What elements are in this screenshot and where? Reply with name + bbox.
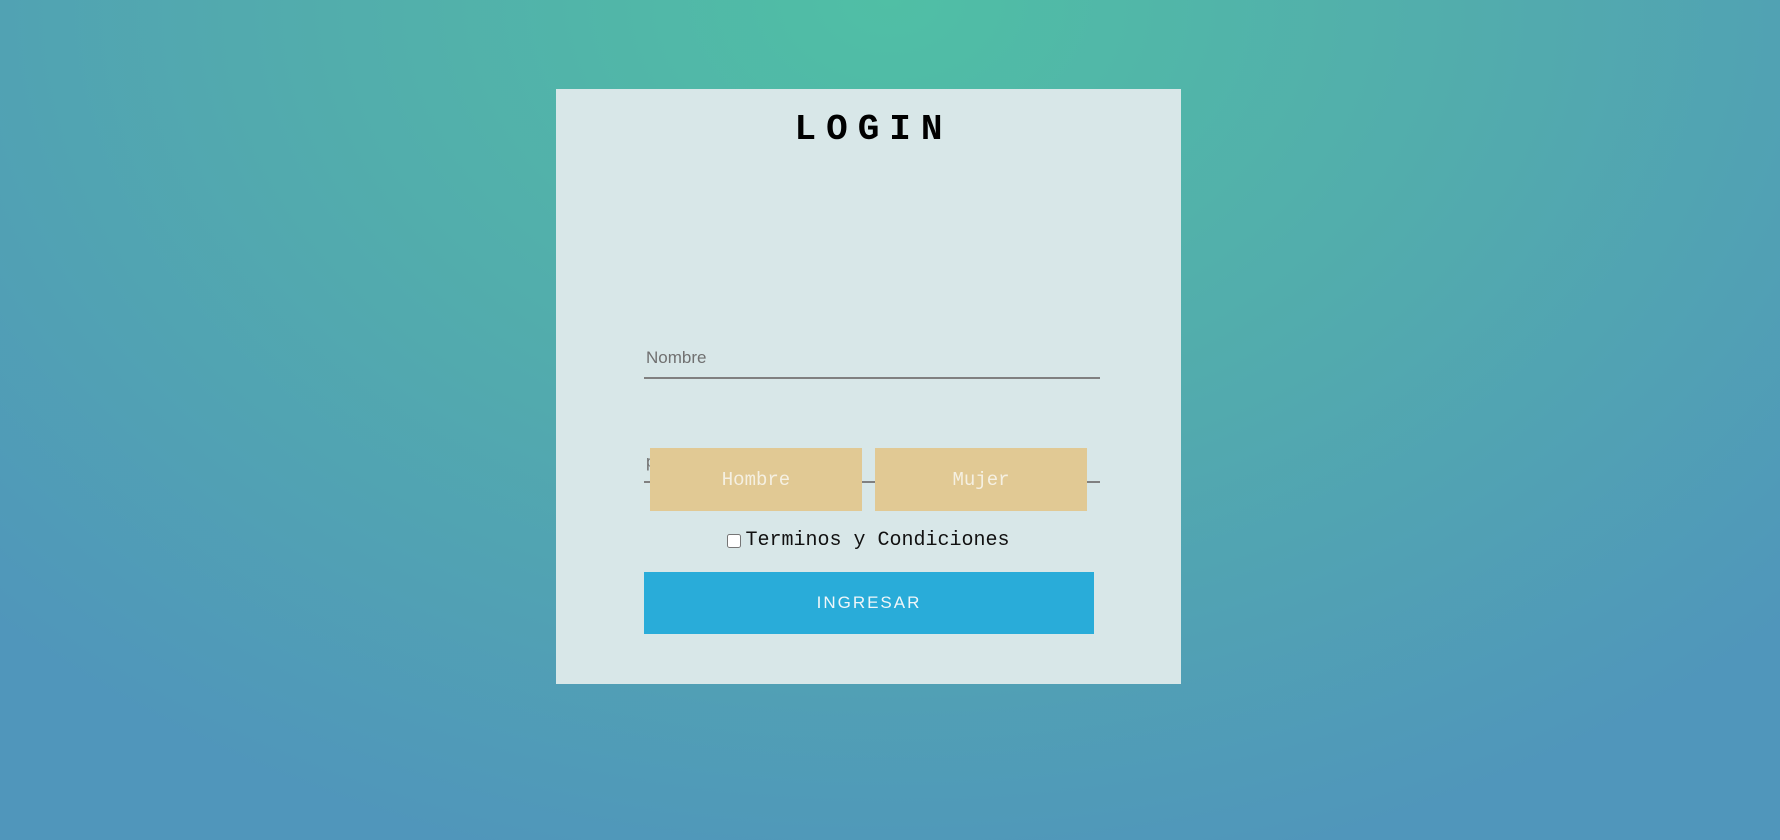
female-button[interactable]: Mujer xyxy=(875,448,1087,511)
male-button[interactable]: Hombre xyxy=(650,448,862,511)
terms-checkbox[interactable] xyxy=(727,533,742,548)
submit-button[interactable]: INGRESAR xyxy=(644,572,1094,634)
login-card: LOGIN Hombre Mujer Terminos y Condicione… xyxy=(556,89,1181,684)
page-title: LOGIN xyxy=(794,109,953,150)
terms-row: Terminos y Condiciones xyxy=(556,529,1181,552)
name-input[interactable] xyxy=(644,339,1100,379)
terms-label: Terminos y Condiciones xyxy=(745,529,1010,552)
